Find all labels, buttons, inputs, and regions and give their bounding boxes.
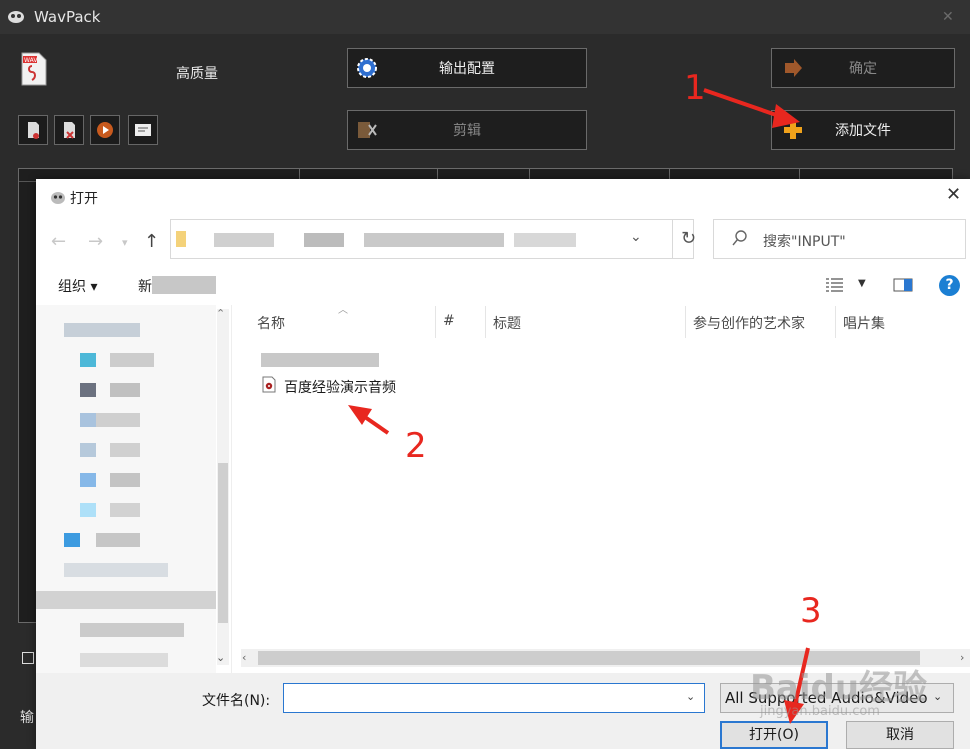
nav-item[interactable] [80,653,168,667]
up-arrow-icon[interactable]: ↑ [144,231,159,252]
column-divider[interactable] [485,306,486,338]
sort-ascending-icon: ︿ [338,305,348,316]
svg-text:WAV: WAV [24,57,38,64]
forward-arrow-icon[interactable]: → [88,231,103,252]
quality-label: 高质量 [176,66,218,82]
step-number-2: 2 [405,426,427,466]
watermark-logo: Baidu经验 [750,668,928,708]
column-divider[interactable] [685,306,686,338]
nav-item-icon [80,503,96,517]
confirm-label: 确定 [849,61,877,77]
nav-item-icon [80,473,96,487]
redacted-path [214,233,274,247]
preview-pane-icon[interactable] [893,278,913,292]
wav-file-icon: WAV [21,52,47,86]
nav-item[interactable] [110,473,140,487]
nav-item-icon [80,383,96,397]
dialog-app-icon [51,192,65,204]
navigation-pane[interactable] [36,305,232,673]
output-config-button[interactable]: 输出配置 [347,48,587,88]
column-header-artist[interactable]: 参与创作的艺术家 [693,313,805,333]
nav-item[interactable] [110,503,140,517]
close-icon[interactable]: ✕ [942,9,954,25]
column-header-album[interactable]: 唱片集 [843,313,885,333]
nav-item[interactable] [110,443,140,457]
nav-item[interactable] [96,533,140,547]
new-folder-button[interactable]: 新 [138,276,152,296]
info-icon[interactable] [128,115,158,145]
output-label: 输 [20,710,34,726]
column-header-title[interactable]: 标题 [493,313,521,333]
redacted-label [152,276,216,294]
redacted-file-row[interactable] [261,353,379,367]
audio-file-icon [262,376,276,393]
nav-item-icon [80,443,96,457]
close-icon[interactable]: ✕ [946,184,961,205]
nav-item[interactable] [80,623,184,637]
nav-item[interactable] [96,413,140,427]
add-file-label: 添加文件 [835,123,891,139]
cancel-button[interactable]: 取消 [846,721,954,749]
column-header-name[interactable]: 名称 [257,313,285,333]
nav-item[interactable] [36,591,216,609]
title-bar [0,0,970,34]
scroll-down-icon[interactable]: ⌄ [216,651,225,664]
redacted-path [364,233,504,247]
add-file-button[interactable]: 添加文件 [771,110,955,150]
column-divider[interactable] [435,306,436,338]
delete-file-icon[interactable] [18,115,48,145]
nav-item[interactable] [64,563,168,577]
back-arrow-icon[interactable]: ← [51,231,66,252]
chevron-down-icon: ⌄ [933,690,943,703]
chevron-down-icon[interactable]: ⌄ [630,229,642,245]
wavpack-app-icon [8,11,24,23]
search-placeholder: 搜索"INPUT" [763,234,846,250]
filename-label: 文件名(N): [202,693,271,709]
organize-button[interactable]: 组织 ▾ [58,276,97,296]
step-number-1: 1 [684,68,706,108]
redacted-path [304,233,344,247]
refresh-icon[interactable]: ↻ [672,220,704,258]
file-item-name[interactable]: 百度经验演示音频 [284,377,396,397]
nav-item-icon [80,353,96,367]
column-header-number[interactable]: # [443,313,455,329]
filename-input[interactable] [283,683,705,713]
confirm-button[interactable]: 确定 [771,48,955,88]
view-dropdown-icon[interactable]: ▼ [858,278,866,289]
watermark-url: jingyan.baidu.com [760,704,880,719]
scroll-up-icon[interactable]: ⌃ [216,307,225,320]
view-options-icon[interactable] [825,277,845,293]
output-config-label: 输出配置 [439,61,495,77]
recent-locations-icon[interactable]: ▾ [122,236,128,249]
open-button[interactable]: 打开(O) [720,721,828,749]
nav-item[interactable] [64,323,140,337]
folder-icon [176,231,186,247]
edit-label: 剪辑 [453,123,481,139]
nav-item[interactable] [110,383,140,397]
edit-button[interactable]: 剪辑 [347,110,587,150]
help-icon[interactable]: ? [939,275,960,296]
nav-scrollbar-thumb[interactable] [218,463,228,623]
play-icon[interactable] [90,115,120,145]
scroll-right-icon[interactable]: › [960,651,964,664]
dialog-title: 打开 [70,191,98,207]
step-number-3: 3 [800,591,822,631]
nav-item-icon [64,533,80,547]
scroll-left-icon[interactable]: ‹ [242,651,246,664]
column-divider[interactable] [835,306,836,338]
search-icon [732,230,747,246]
nav-item-icon [80,413,96,427]
redacted-path [514,233,576,247]
nav-item[interactable] [110,353,154,367]
app-title: WavPack [34,8,101,26]
chevron-down-icon[interactable]: ⌄ [686,690,695,703]
option-checkbox[interactable] [22,652,34,664]
remove-file-icon[interactable] [54,115,84,145]
